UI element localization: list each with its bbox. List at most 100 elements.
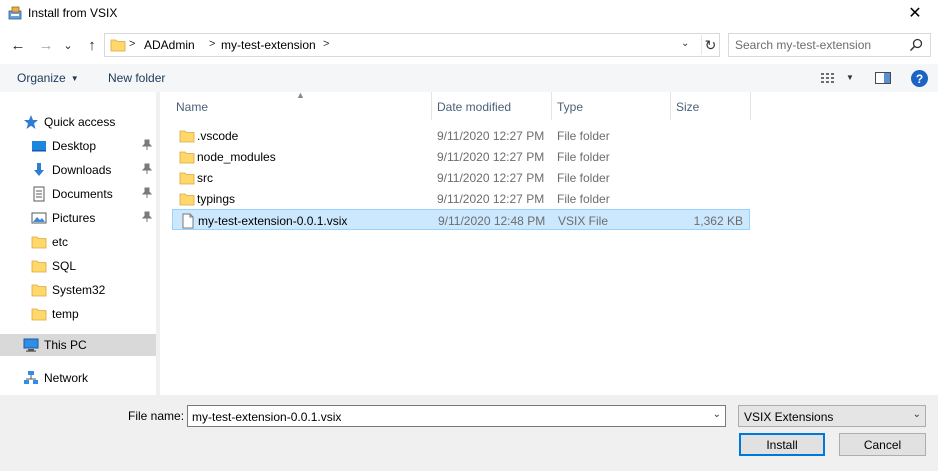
download-icon	[34, 163, 44, 176]
caret-down-icon: ▼	[70, 74, 79, 83]
sidebar-item-this-pc[interactable]: This PC	[0, 334, 156, 356]
close-icon: ✕	[908, 5, 922, 22]
recent-locations-button[interactable]: ⌄	[61, 36, 75, 54]
chevron-down-icon[interactable]: ⌄	[713, 409, 721, 420]
sidebar-item-pictures[interactable]: Pictures	[0, 207, 156, 229]
sidebar-item-label: Network	[44, 371, 89, 385]
forward-button[interactable]: →	[37, 36, 55, 54]
change-view-icon[interactable]	[820, 70, 838, 86]
column-header-date-modified[interactable]: Date modified	[431, 98, 551, 120]
forward-arrow-icon: →	[38, 36, 54, 54]
cancel-button[interactable]: Cancel	[839, 433, 926, 456]
pin-icon	[141, 163, 153, 174]
file-name: typings	[197, 192, 236, 206]
column-header-size[interactable]: Size	[670, 98, 750, 120]
file-row[interactable]: src 9/11/2020 12:27 PM File folder	[172, 167, 750, 188]
computer-icon	[23, 338, 39, 352]
file-row[interactable]: typings 9/11/2020 12:27 PM File folder	[172, 188, 750, 209]
refresh-button[interactable]: ↻	[701, 35, 719, 55]
star-icon	[24, 115, 38, 129]
sidebar-item-network[interactable]: Network	[0, 367, 156, 389]
file-date-modified: 9/11/2020 12:48 PM	[438, 214, 546, 228]
sidebar-item-desktop[interactable]: Desktop	[0, 135, 156, 157]
file-name-field[interactable]	[192, 409, 692, 424]
breadcrumb-separator[interactable]: >	[129, 38, 135, 50]
sidebar-item-downloads[interactable]: Downloads	[0, 159, 156, 181]
file-name-label: File name:	[128, 409, 185, 423]
sidebar-item-label: Documents	[52, 187, 113, 201]
window-title: Install from VSIX	[28, 6, 118, 20]
install-button[interactable]: Install	[739, 433, 825, 456]
address-dropdown-icon[interactable]: ⌄	[681, 38, 689, 49]
file-date-modified: 9/11/2020 12:27 PM	[437, 129, 545, 143]
back-button[interactable]: ←	[9, 36, 27, 54]
address-row: ← → ⌄ ↑ > ADAdmin > my-test-extension > …	[0, 30, 938, 60]
title-bar: Install from VSIX ✕	[0, 0, 938, 26]
folder-icon	[179, 130, 195, 143]
breadcrumb-separator[interactable]: >	[209, 38, 215, 50]
pin-icon	[141, 211, 153, 222]
pin-icon	[141, 139, 153, 150]
new-folder-button[interactable]: New folder	[108, 71, 165, 85]
folder-icon	[179, 193, 195, 206]
file-type-value: VSIX Extensions	[744, 410, 834, 424]
file-date-modified: 9/11/2020 12:27 PM	[437, 171, 545, 185]
back-arrow-icon: ←	[10, 36, 26, 54]
sidebar-item-label: Downloads	[52, 163, 112, 177]
navigation-scrollbar[interactable]	[156, 92, 160, 395]
sidebar-item-etc[interactable]: etc	[0, 231, 156, 253]
sidebar-item-label: etc	[52, 235, 69, 249]
organize-label: Organize	[17, 71, 66, 85]
folder-icon	[31, 260, 47, 273]
file-icon	[182, 213, 194, 229]
file-type: File folder	[557, 171, 610, 185]
search-input[interactable]	[735, 37, 905, 53]
up-button[interactable]: ↑	[83, 36, 101, 54]
file-name: my-test-extension-0.0.1.vsix	[198, 214, 348, 228]
sidebar-item-label: System32	[52, 283, 106, 297]
command-bar: Organize ▼ New folder ▼ ?	[0, 64, 938, 92]
search-icon[interactable]	[908, 37, 924, 53]
column-header-name[interactable]: Name	[170, 98, 430, 120]
file-type-select[interactable]: VSIX Extensions ⌄	[738, 405, 926, 427]
navigation-pane: Quick access Desktop Downloads Documents…	[0, 92, 160, 395]
file-row[interactable]: .vscode 9/11/2020 12:27 PM File folder	[172, 125, 750, 146]
folder-icon	[179, 151, 195, 164]
breadcrumb-separator[interactable]: >	[323, 38, 329, 50]
close-button[interactable]: ✕	[892, 0, 938, 26]
column-header-type[interactable]: Type	[551, 98, 671, 120]
file-row-selected[interactable]: my-test-extension-0.0.1.vsix 9/11/2020 1…	[172, 209, 750, 230]
sidebar-item-temp[interactable]: temp	[0, 303, 156, 325]
file-row[interactable]: node_modules 9/11/2020 12:27 PM File fol…	[172, 146, 750, 167]
folder-icon	[31, 284, 47, 297]
breadcrumb-my-test-extension[interactable]: my-test-extension	[221, 38, 316, 52]
sidebar-item-label: This PC	[44, 338, 87, 352]
vsix-installer-icon	[8, 6, 22, 20]
sidebar-item-documents[interactable]: Documents	[0, 183, 156, 205]
sidebar-item-label: SQL	[52, 259, 77, 273]
up-arrow-icon: ↑	[88, 36, 96, 54]
chevron-down-icon: ⌄	[63, 39, 73, 52]
preview-pane-icon[interactable]	[874, 70, 892, 86]
help-icon[interactable]: ?	[911, 70, 928, 87]
sidebar-item-label: Quick access	[44, 115, 116, 129]
sidebar-item-quick-access[interactable]: Quick access	[0, 111, 156, 133]
address-bar[interactable]: > ADAdmin > my-test-extension > ⌄ ↻	[104, 33, 720, 57]
sidebar-item-system32[interactable]: System32	[0, 279, 156, 301]
file-list: ▲ Name Date modified Type Size .vscode 9…	[170, 90, 938, 395]
search-box[interactable]	[728, 33, 931, 57]
file-date-modified: 9/11/2020 12:27 PM	[437, 192, 545, 206]
chevron-down-icon: ⌄	[912, 409, 921, 420]
sidebar-item-sql[interactable]: SQL	[0, 255, 156, 277]
breadcrumb-adadmin[interactable]: ADAdmin	[144, 38, 195, 52]
column-divider[interactable]	[750, 92, 751, 120]
file-name-combobox[interactable]: ⌄	[187, 405, 726, 427]
sidebar-item-label: temp	[52, 307, 79, 321]
file-name: .vscode	[197, 129, 239, 143]
organize-button[interactable]: Organize ▼	[17, 71, 79, 85]
sidebar-item-label: Desktop	[52, 139, 97, 153]
pictures-icon	[31, 212, 47, 224]
file-name: src	[197, 171, 213, 185]
view-options-caret-icon[interactable]: ▼	[846, 73, 854, 82]
file-name: node_modules	[197, 150, 276, 164]
